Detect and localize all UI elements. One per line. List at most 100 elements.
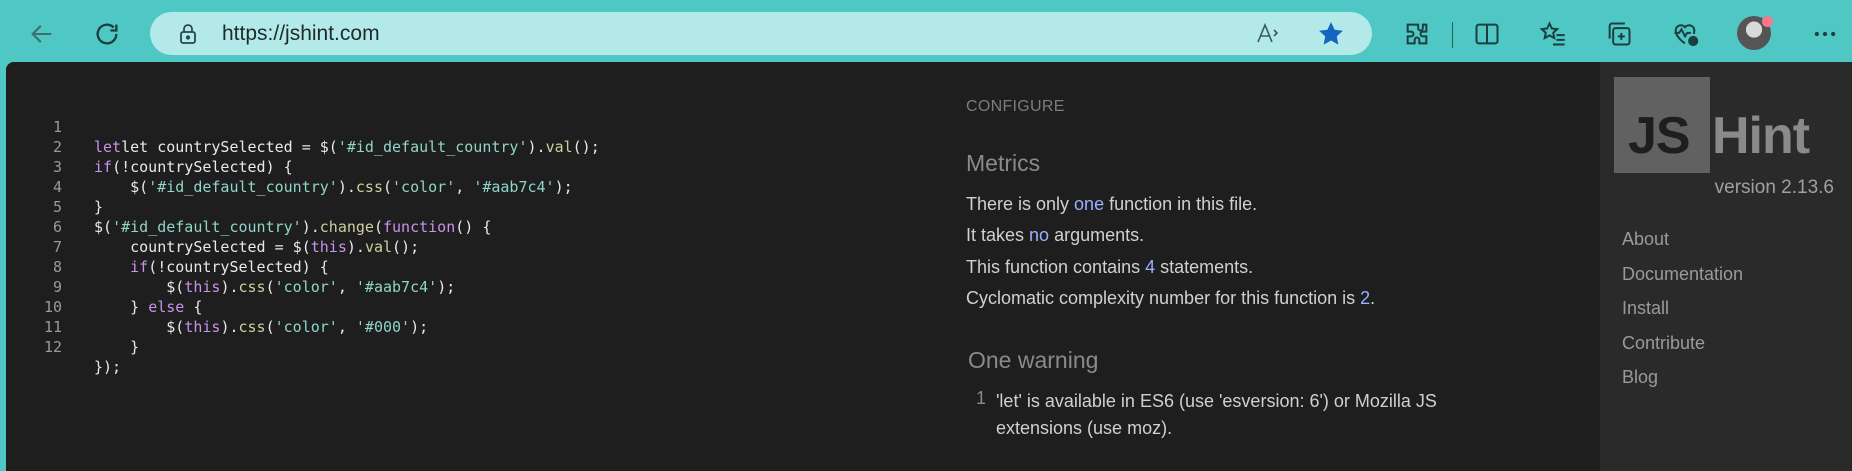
refresh-icon[interactable] <box>87 14 127 54</box>
code-token: (!countrySelected) { <box>148 258 329 276</box>
extensions-icon[interactable] <box>1397 14 1437 54</box>
code-token: css <box>355 178 383 196</box>
code-line[interactable]: 5 $('#id_default_country').change(functi… <box>6 177 491 236</box>
code-line[interactable]: 10 $(this).css('color', '#000'); <box>6 277 428 336</box>
code-token: css <box>238 318 266 336</box>
code-line[interactable]: 9 } else { <box>6 257 202 316</box>
read-aloud-icon[interactable] <box>1254 20 1282 48</box>
code-token: $( <box>94 218 113 236</box>
logo-js-text: JS <box>1628 107 1691 165</box>
code-line[interactable]: 11 } <box>6 297 139 356</box>
code-editor[interactable]: 1 letlet countrySelected = $('#id_defaul… <box>6 62 946 471</box>
metric-text: There is only <box>966 194 1075 214</box>
metric-value: 4 <box>1145 257 1156 277</box>
code-token: '#id_default_country' <box>148 178 338 196</box>
favorite-star-icon[interactable] <box>1316 19 1346 49</box>
jshint-page: 1 letlet countrySelected = $('#id_defaul… <box>6 62 1852 471</box>
code-token: function <box>383 218 456 236</box>
metrics-heading: Metrics <box>966 150 1041 176</box>
code-line[interactable]: 2 if(!countrySelected) { <box>6 117 293 176</box>
code-token: }); <box>94 358 122 376</box>
code-token: (!countrySelected) { <box>112 158 293 176</box>
code-token: this <box>184 278 221 296</box>
code-line[interactable]: 8 $(this).css('color', '#aab7c4'); <box>6 237 455 296</box>
nav-install[interactable]: Install <box>1622 298 1669 319</box>
code-token: ( <box>383 178 393 196</box>
code-line[interactable]: 1 letlet countrySelected = $('#id_defaul… <box>6 97 600 156</box>
code-token: 'color' <box>274 278 338 296</box>
report-panel: CONFIGURE Metrics There is only one func… <box>966 62 1606 471</box>
split-screen-icon[interactable] <box>1467 14 1507 54</box>
code-token: '#000' <box>355 318 411 336</box>
code-token: (); <box>392 238 420 256</box>
code-line[interactable]: 4 } <box>6 157 103 216</box>
code-token: ( <box>265 278 275 296</box>
code-token: val <box>545 138 573 156</box>
configure-link[interactable]: CONFIGURE <box>966 98 1065 116</box>
code-token: '#aab7c4' <box>473 178 555 196</box>
metric-line: Cyclomatic complexity number for this fu… <box>966 288 1375 309</box>
code-token: countrySelected = $( <box>94 238 311 256</box>
metric-text: Cyclomatic complexity number for this fu… <box>966 288 1361 308</box>
code-token: () { <box>455 218 492 236</box>
code-token: '#id_default_country' <box>112 218 302 236</box>
code-token: $( <box>94 178 149 196</box>
warning-line-number[interactable]: 1 <box>976 388 986 409</box>
code-token: let countrySelected = $( <box>121 138 338 156</box>
url-text[interactable]: https://jshint.com <box>222 12 380 55</box>
code-token: let <box>94 138 122 156</box>
line-number: 12 <box>43 338 62 356</box>
more-icon[interactable] <box>1805 14 1845 54</box>
notification-dot <box>1762 16 1773 27</box>
code-token: ). <box>337 178 356 196</box>
nav-about[interactable]: About <box>1622 229 1669 250</box>
nav-documentation[interactable]: Documentation <box>1622 264 1743 285</box>
code-line[interactable]: 6 countrySelected = $(this).val(); <box>6 197 419 256</box>
collections-icon[interactable] <box>1599 14 1639 54</box>
browser-toolbar: https://jshint.com <box>0 0 1852 66</box>
metric-text: This function contains <box>966 257 1146 277</box>
code-token: ). <box>301 218 320 236</box>
code-token: '#id_default_country' <box>337 138 528 156</box>
code-token: ). <box>527 138 546 156</box>
code-token: } <box>94 198 104 216</box>
address-bar[interactable]: https://jshint.com <box>150 12 1372 55</box>
metric-value: one <box>1074 194 1105 214</box>
favorites-icon[interactable] <box>1533 14 1573 54</box>
code-token: val <box>364 238 393 256</box>
version-label: version 2.13.6 <box>1714 177 1834 198</box>
code-token: 'color' <box>274 318 338 336</box>
metric-value: no <box>1029 225 1050 245</box>
code-token: $( <box>94 278 185 296</box>
code-token: ); <box>437 278 456 296</box>
code-token: ( <box>373 218 383 236</box>
code-token: $( <box>94 318 185 336</box>
code-token: ); <box>410 318 429 336</box>
code-token: { <box>184 298 203 316</box>
code-token: css <box>238 278 266 296</box>
browser-essentials-icon[interactable] <box>1665 14 1705 54</box>
code-line[interactable]: 7 if(!countrySelected) { <box>6 217 329 276</box>
code-line[interactable]: 12 }); <box>6 317 121 376</box>
code-token: } <box>94 298 149 316</box>
nav-blog[interactable]: Blog <box>1622 367 1658 388</box>
lock-icon[interactable] <box>176 22 200 46</box>
code-token: if <box>94 258 149 276</box>
back-icon[interactable] <box>22 14 62 54</box>
code-token: ); <box>554 178 573 196</box>
code-token: this <box>310 238 347 256</box>
logo-hint-text: Hint <box>1712 107 1810 165</box>
metric-line: It takes no arguments. <box>966 225 1144 246</box>
code-token: else <box>148 298 185 316</box>
metric-line: There is only one function in this file. <box>966 194 1257 215</box>
code-token: (); <box>572 138 600 156</box>
nav-contribute[interactable]: Contribute <box>1622 333 1705 354</box>
code-line[interactable]: 3 $('#id_default_country').css('color', … <box>6 137 573 196</box>
metric-text: . <box>1370 288 1376 308</box>
warning-message: 'let' is available in ES6 (use 'esversio… <box>996 391 1437 438</box>
code-token: ). <box>220 318 239 336</box>
code-token: , <box>337 318 356 336</box>
metric-text: It takes <box>966 225 1030 245</box>
code-token: ). <box>346 238 365 256</box>
metric-text: statements. <box>1155 257 1254 277</box>
